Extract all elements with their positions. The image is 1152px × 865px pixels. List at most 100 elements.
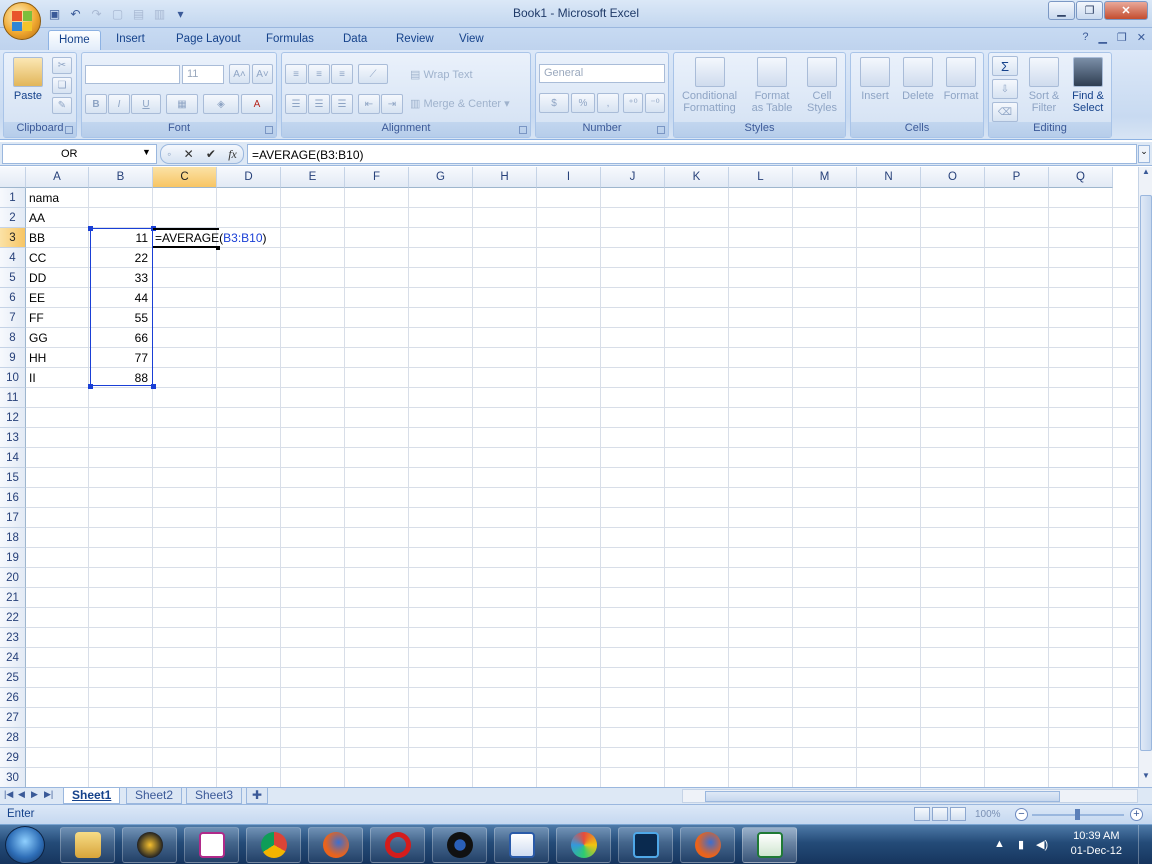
zoom-level[interactable]: 100%: [975, 809, 1001, 820]
range-handle[interactable]: [88, 226, 93, 231]
comma-button[interactable]: ,: [597, 93, 619, 113]
taskbar-app-2[interactable]: [122, 827, 177, 863]
increase-decimal-icon[interactable]: ⁺⁰: [623, 93, 643, 113]
align-middle-icon[interactable]: ≡: [308, 64, 330, 84]
taskbar-app-3[interactable]: [184, 827, 239, 863]
merge-center-button[interactable]: ▥ Merge & Center ▾: [410, 97, 510, 110]
taskbar-app-7[interactable]: [432, 827, 487, 863]
cell-a6[interactable]: EE: [26, 288, 89, 308]
cell-a1[interactable]: nama: [26, 188, 89, 208]
font-launcher-icon[interactable]: [265, 126, 273, 134]
row-header-25[interactable]: 25: [0, 668, 26, 688]
workbook-minimize-icon[interactable]: ▁: [1098, 31, 1106, 44]
show-desktop-button[interactable]: [1138, 825, 1152, 865]
sheet-tab-sheet3[interactable]: Sheet3: [186, 788, 243, 804]
delete-cells-button[interactable]: Delete: [897, 57, 939, 102]
sheet-tab-sheet2[interactable]: Sheet2: [126, 788, 183, 804]
insert-function-icon[interactable]: fx: [228, 147, 237, 162]
close-button[interactable]: ✕: [1104, 1, 1148, 20]
paste-button[interactable]: Paste: [8, 57, 48, 102]
row-header-6[interactable]: 6: [0, 288, 26, 308]
decrease-decimal-icon[interactable]: ⁻⁰: [645, 93, 665, 113]
name-box[interactable]: OR: [2, 144, 157, 164]
row-header-15[interactable]: 15: [0, 468, 26, 488]
cut-icon[interactable]: ✂: [52, 57, 72, 74]
align-right-icon[interactable]: ☰: [331, 94, 353, 114]
column-header-b[interactable]: B: [89, 167, 153, 188]
increase-indent-icon[interactable]: ⇥: [381, 94, 403, 114]
clear-icon[interactable]: ⌫: [992, 102, 1018, 122]
row-header-24[interactable]: 24: [0, 648, 26, 668]
taskbar-explorer[interactable]: [60, 827, 115, 863]
column-header-n[interactable]: N: [857, 167, 921, 188]
cell-a5[interactable]: DD: [26, 268, 89, 288]
row-header-9[interactable]: 9: [0, 348, 26, 368]
cell-a2[interactable]: AA: [26, 208, 89, 228]
grow-font-icon[interactable]: A˄: [229, 64, 250, 84]
restore-button[interactable]: ❐: [1076, 1, 1103, 20]
align-left-icon[interactable]: ☰: [285, 94, 307, 114]
currency-button[interactable]: $: [539, 93, 569, 113]
orientation-icon[interactable]: ⟋: [358, 64, 388, 84]
fill-color-icon[interactable]: ◈: [203, 94, 239, 114]
row-header-23[interactable]: 23: [0, 628, 26, 648]
vertical-scroll-thumb[interactable]: [1140, 195, 1152, 751]
row-header-20[interactable]: 20: [0, 568, 26, 588]
format-painter-icon[interactable]: ✎: [52, 97, 72, 114]
zoom-thumb[interactable]: [1075, 809, 1080, 820]
column-header-l[interactable]: L: [729, 167, 793, 188]
first-sheet-icon[interactable]: |◀: [4, 789, 13, 800]
column-header-k[interactable]: K: [665, 167, 729, 188]
font-color-icon[interactable]: A: [241, 94, 273, 114]
number-launcher-icon[interactable]: [657, 126, 665, 134]
tab-formulas[interactable]: Formulas: [256, 30, 324, 50]
row-header-16[interactable]: 16: [0, 488, 26, 508]
scroll-up-icon[interactable]: ▲: [1140, 167, 1152, 181]
cell-a7[interactable]: FF: [26, 308, 89, 328]
normal-view-icon[interactable]: [914, 807, 930, 821]
row-header-17[interactable]: 17: [0, 508, 26, 528]
wrap-text-button[interactable]: ▤ Wrap Text: [410, 68, 473, 81]
row-header-5[interactable]: 5: [0, 268, 26, 288]
shrink-font-icon[interactable]: A˅: [252, 64, 273, 84]
select-all-corner[interactable]: [0, 167, 26, 188]
network-icon[interactable]: ▮: [1018, 838, 1024, 851]
cancel-icon[interactable]: ✕: [184, 147, 194, 161]
autosum-button[interactable]: Σ: [992, 56, 1018, 76]
font-name-combo[interactable]: [85, 65, 180, 84]
conditional-formatting-button[interactable]: Conditional Formatting: [677, 57, 742, 114]
cell-b1[interactable]: [89, 188, 151, 208]
row-header-7[interactable]: 7: [0, 308, 26, 328]
minimize-button[interactable]: ▁: [1048, 1, 1075, 20]
format-as-table-button[interactable]: Format as Table: [746, 57, 798, 114]
taskbar-excel[interactable]: [742, 827, 797, 863]
next-sheet-icon[interactable]: ▶: [31, 789, 38, 800]
row-header-13[interactable]: 13: [0, 428, 26, 448]
row-header-22[interactable]: 22: [0, 608, 26, 628]
tab-view[interactable]: View: [449, 30, 494, 50]
row-header-26[interactable]: 26: [0, 688, 26, 708]
row-header-19[interactable]: 19: [0, 548, 26, 568]
name-box-dropdown-icon[interactable]: ▼: [142, 147, 151, 157]
column-header-j[interactable]: J: [601, 167, 665, 188]
column-header-m[interactable]: M: [793, 167, 857, 188]
expand-formula-bar-icon[interactable]: ⌄: [1138, 145, 1150, 163]
row-header-27[interactable]: 27: [0, 708, 26, 728]
align-center-icon[interactable]: ☰: [308, 94, 330, 114]
range-handle[interactable]: [88, 384, 93, 389]
row-header-29[interactable]: 29: [0, 748, 26, 768]
clock[interactable]: 10:39 AM 01-Dec-12: [1071, 829, 1122, 859]
page-break-view-icon[interactable]: [950, 807, 966, 821]
cell-b2[interactable]: [89, 208, 151, 228]
row-header-28[interactable]: 28: [0, 728, 26, 748]
scroll-down-icon[interactable]: ▼: [1140, 771, 1152, 785]
cell-styles-button[interactable]: Cell Styles: [801, 57, 843, 114]
column-header-c[interactable]: C: [153, 167, 217, 188]
column-header-q[interactable]: Q: [1049, 167, 1113, 188]
volume-icon[interactable]: ◀): [1036, 838, 1048, 851]
font-size-combo[interactable]: 11: [182, 65, 224, 84]
workbook-close-icon[interactable]: ✕: [1137, 31, 1146, 44]
zoom-slider[interactable]: − +: [1012, 807, 1147, 822]
insert-sheet-icon[interactable]: ✚: [246, 788, 269, 804]
clipboard-launcher-icon[interactable]: [65, 126, 73, 134]
